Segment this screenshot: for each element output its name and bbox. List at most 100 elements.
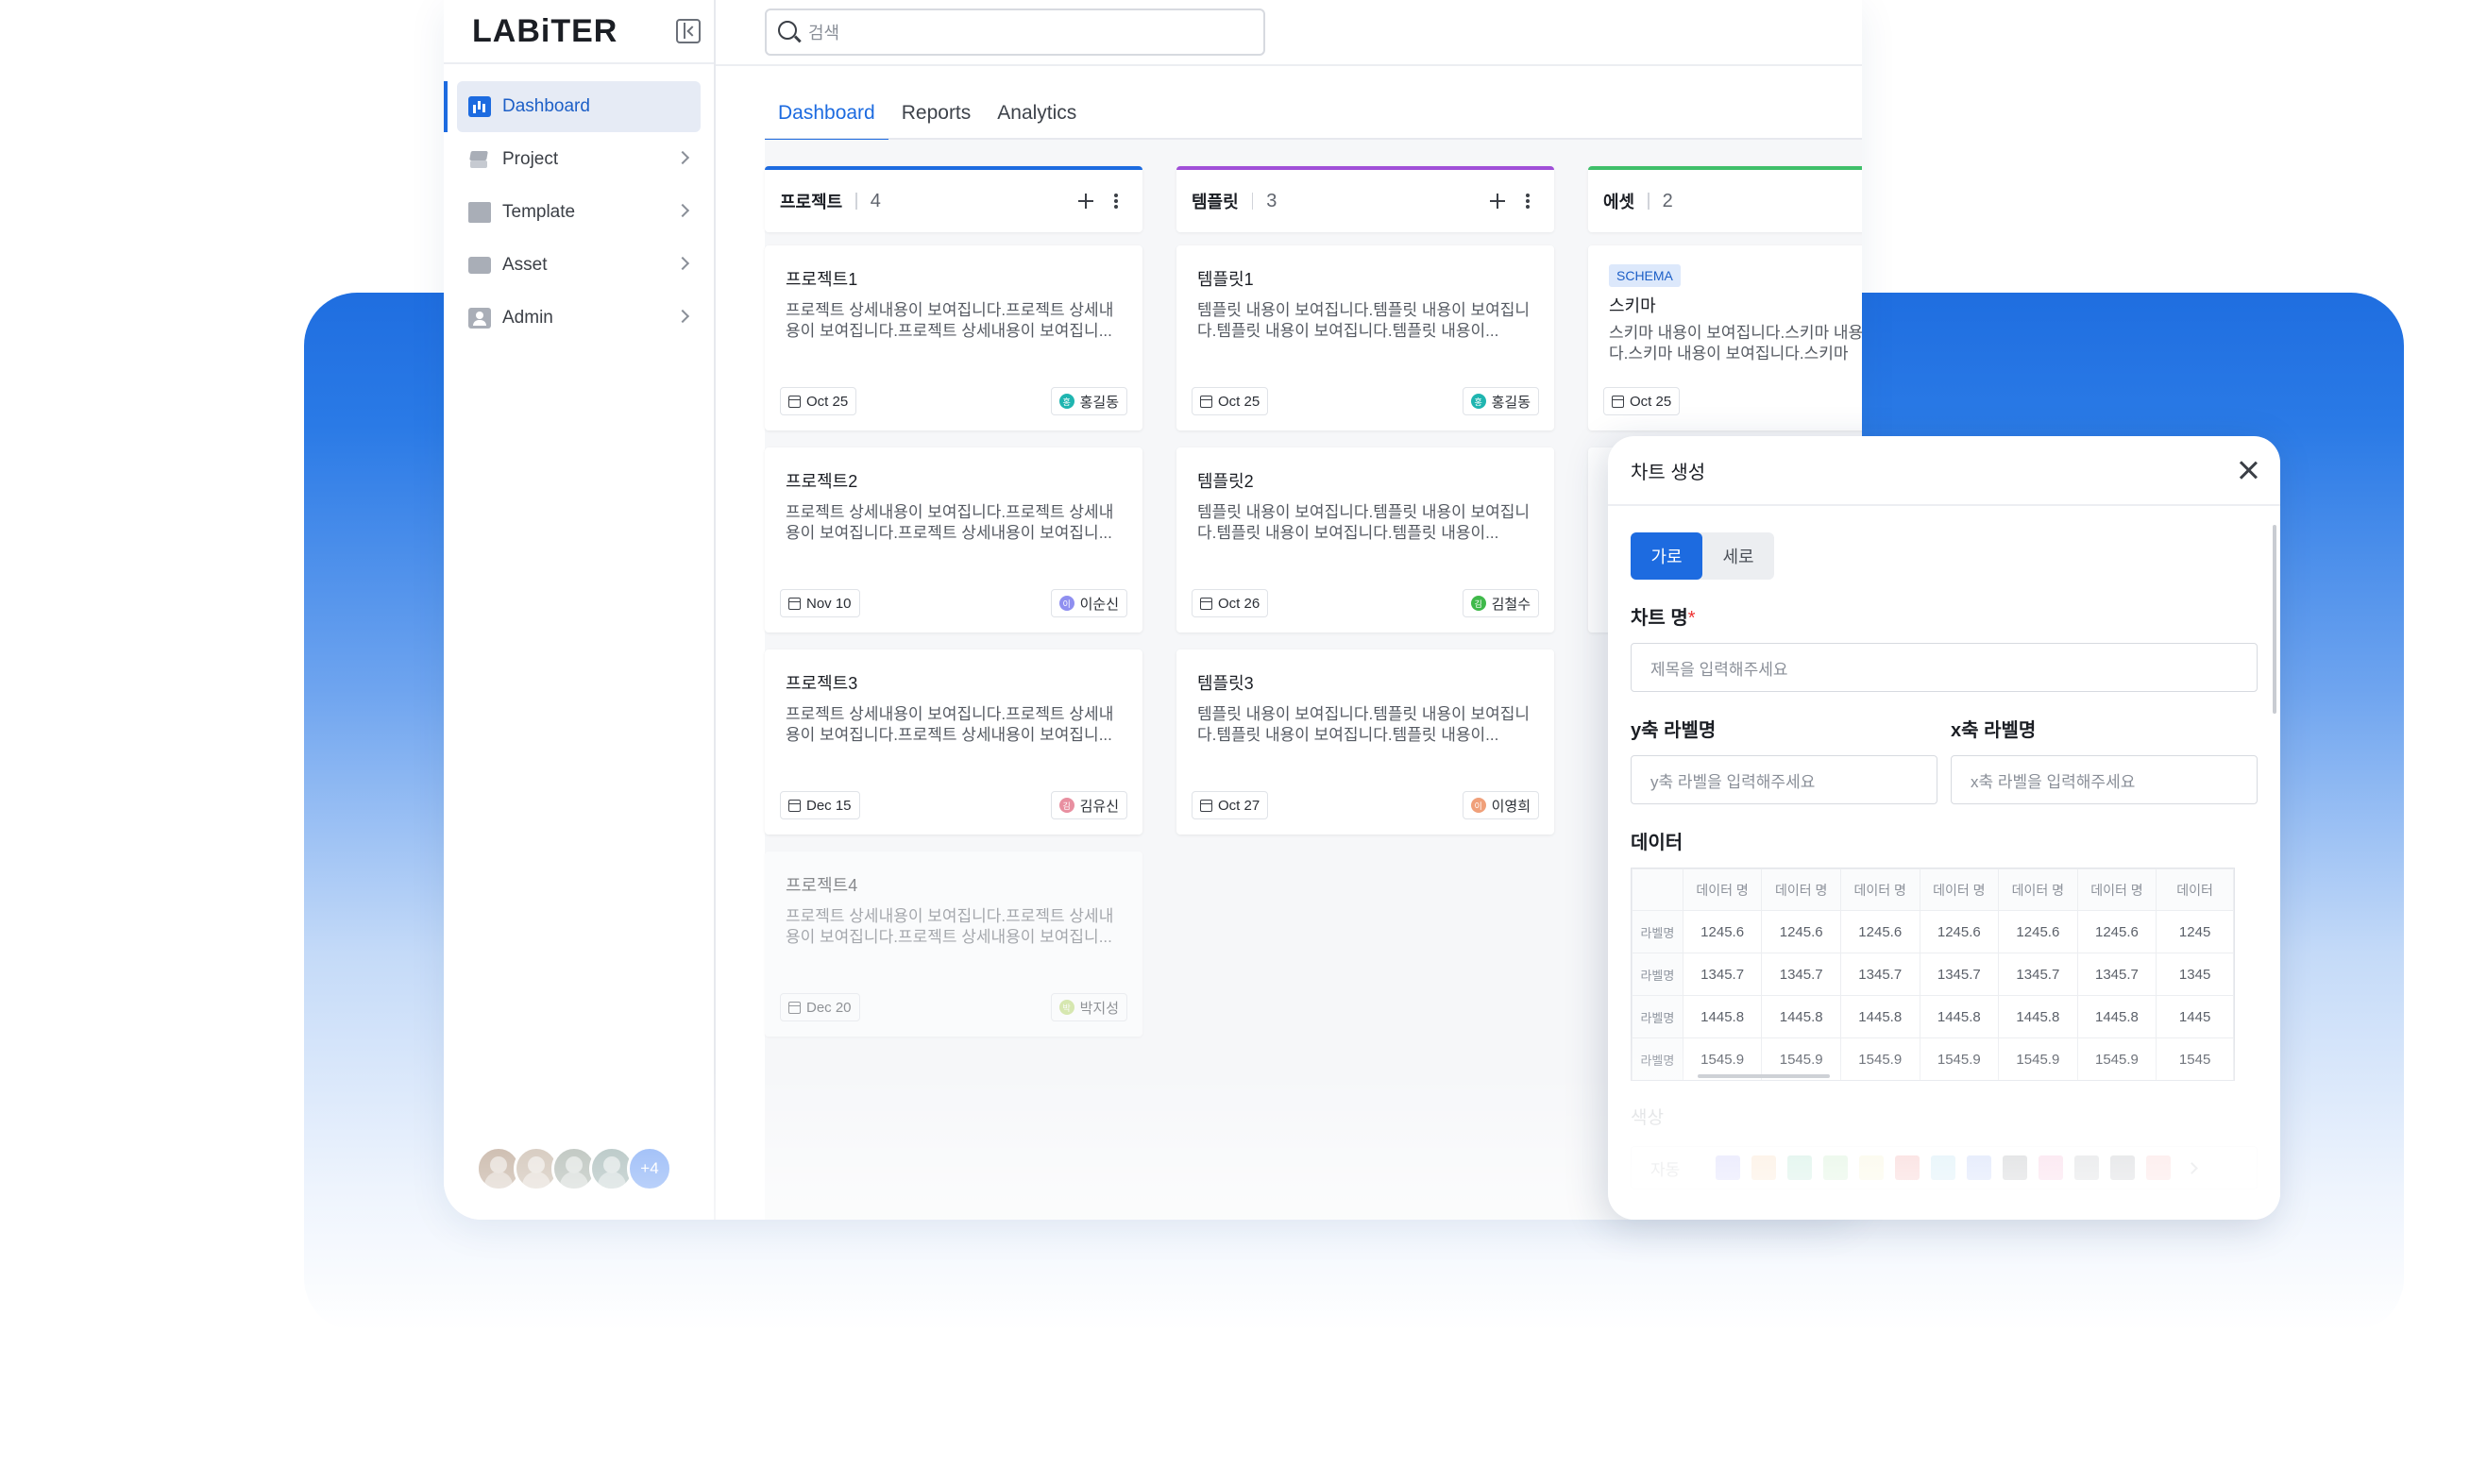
- x-axis-input[interactable]: x축 라벨을 입력해주세요: [1951, 755, 2258, 804]
- search-input[interactable]: 검색: [765, 8, 1265, 56]
- column-header-cell[interactable]: 데이터 명: [2076, 868, 2157, 911]
- close-icon[interactable]: [2239, 461, 2258, 480]
- color-auto-label[interactable]: 자동: [1650, 1156, 1680, 1180]
- owner-chip: 김 김철수: [1462, 589, 1539, 617]
- column-header: 프로젝트 4: [765, 166, 1142, 232]
- data-cell[interactable]: 1445.8: [1761, 995, 1841, 1038]
- card-description: 스키마 내용이 보여집니다.스키마 내용이 보여집니다.스키마 내용이 보여집니…: [1609, 324, 1862, 363]
- card[interactable]: 프로젝트4 프로젝트 상세내용이 보여집니다.프로젝트 상세내용이 보여집니다.…: [765, 852, 1142, 1037]
- tab-analytics[interactable]: Analytics: [984, 98, 1090, 140]
- card-title: 프로젝트2: [786, 472, 858, 491]
- data-cell[interactable]: 1545.9: [2076, 1037, 2157, 1080]
- sidebar-collapse-icon[interactable]: [676, 19, 701, 43]
- calendar-icon: [1200, 597, 1212, 610]
- orientation-vertical-button[interactable]: 세로: [1702, 532, 1774, 580]
- modal-header: 차트 생성: [1608, 436, 2280, 506]
- schema-badge: SCHEMA: [1609, 264, 1681, 287]
- data-cell[interactable]: 1345.7: [1682, 953, 1763, 996]
- table-row: 라벨명 1245.6 1245.6 1245.6 1245.6 1245.6 1…: [1632, 910, 2234, 953]
- data-cell[interactable]: 1245.6: [1998, 910, 2078, 953]
- add-card-icon[interactable]: [1078, 194, 1093, 209]
- color-swatch[interactable]: [2146, 1155, 2172, 1180]
- card[interactable]: 프로젝트1 프로젝트 상세내용이 보여집니다.프로젝트 상세내용이 보여집니다.…: [765, 245, 1142, 430]
- sidebar-item-dashboard[interactable]: Dashboard: [444, 81, 701, 132]
- column-header-cell[interactable]: 데이터 명: [1682, 868, 1763, 911]
- orientation-horizontal-button[interactable]: 가로: [1631, 532, 1702, 580]
- data-cell[interactable]: 1245.6: [1682, 910, 1763, 953]
- more-vertical-icon[interactable]: [1526, 199, 1530, 203]
- data-cell[interactable]: 1445.8: [1998, 995, 2078, 1038]
- required-mark: *: [1687, 608, 1696, 629]
- owner-chip: 홍 홍길동: [1050, 387, 1127, 415]
- card-date: Oct 25: [806, 393, 849, 410]
- sidebar-item-asset[interactable]: Asset: [457, 240, 701, 291]
- column-header-cell[interactable]: 데이터 명: [1839, 868, 1920, 911]
- table-header-row: 데이터 명 데이터 명 데이터 명 데이터 명 데이터 명 데이터 명 데이터: [1632, 868, 2234, 911]
- data-cell[interactable]: 1345.7: [1839, 953, 1920, 996]
- row-label-cell[interactable]: 라벨명: [1632, 910, 1683, 953]
- add-card-icon[interactable]: [1490, 194, 1505, 209]
- color-swatch[interactable]: [1859, 1155, 1885, 1180]
- color-swatch[interactable]: [1716, 1155, 1741, 1180]
- card[interactable]: 템플릿1 템플릿 내용이 보여집니다.템플릿 내용이 보여집니다.템플릿 내용이…: [1176, 245, 1554, 430]
- color-swatch[interactable]: [1931, 1155, 1956, 1180]
- divider: [1251, 193, 1254, 210]
- data-cell[interactable]: 1345.7: [1761, 953, 1841, 996]
- sidebar-item-template[interactable]: Template: [457, 187, 701, 238]
- color-swatch[interactable]: [2074, 1155, 2100, 1180]
- data-cell[interactable]: 1345.7: [2076, 953, 2157, 996]
- avatar-more-count[interactable]: +4: [627, 1146, 672, 1191]
- row-label-cell[interactable]: 라벨명: [1632, 995, 1683, 1038]
- color-swatch[interactable]: [2110, 1155, 2136, 1180]
- column-header-cell[interactable]: 데이터: [2156, 868, 2234, 911]
- row-label-cell[interactable]: 라벨명: [1632, 1037, 1683, 1080]
- more-vertical-icon[interactable]: [1114, 199, 1118, 203]
- column-header: 템플릿 3: [1176, 166, 1554, 232]
- color-swatch[interactable]: [2003, 1155, 2028, 1180]
- card[interactable]: 프로젝트3 프로젝트 상세내용이 보여집니다.프로젝트 상세내용이 보여집니다.…: [765, 649, 1142, 835]
- chevron-right-icon[interactable]: [2186, 1161, 2199, 1174]
- tab-reports[interactable]: Reports: [888, 98, 985, 140]
- data-cell[interactable]: 1445.8: [2076, 995, 2157, 1038]
- card[interactable]: 템플릿2 템플릿 내용이 보여집니다.템플릿 내용이 보여집니다.템플릿 내용이…: [1176, 447, 1554, 632]
- owner-avatar: 김: [1470, 596, 1486, 611]
- color-swatch[interactable]: [1895, 1155, 1920, 1180]
- data-cell[interactable]: 1545.9: [1998, 1037, 2078, 1080]
- data-cell[interactable]: 1445.8: [1839, 995, 1920, 1038]
- data-cell[interactable]: 1445: [2156, 995, 2234, 1038]
- card[interactable]: 템플릿3 템플릿 내용이 보여집니다.템플릿 내용이 보여집니다.템플릿 내용이…: [1176, 649, 1554, 835]
- color-swatch[interactable]: [1823, 1155, 1849, 1180]
- table-horizontal-scrollbar[interactable]: [1698, 1074, 1830, 1078]
- data-cell[interactable]: 1245.6: [1761, 910, 1841, 953]
- card[interactable]: SCHEMA 스키마 스키마 내용이 보여집니다.스키마 내용이 보여집니다.스…: [1588, 245, 1862, 430]
- column-header-cell[interactable]: 데이터 명: [1998, 868, 2078, 911]
- data-cell[interactable]: 1545.9: [1919, 1037, 2000, 1080]
- data-cell[interactable]: 1445.8: [1919, 995, 2000, 1038]
- chart-name-input[interactable]: 제목을 입력해주세요: [1631, 643, 2258, 692]
- data-cell[interactable]: 1345.7: [1919, 953, 2000, 996]
- data-cell[interactable]: 1245.6: [1919, 910, 2000, 953]
- card[interactable]: 프로젝트2 프로젝트 상세내용이 보여집니다.프로젝트 상세내용이 보여집니다.…: [765, 447, 1142, 632]
- data-cell[interactable]: 1245.6: [2076, 910, 2157, 953]
- data-cell[interactable]: 1545.9: [1839, 1037, 1920, 1080]
- column-header-cell[interactable]: 데이터 명: [1761, 868, 1841, 911]
- data-cell[interactable]: 1245: [2156, 910, 2234, 953]
- y-axis-input[interactable]: y축 라벨을 입력해주세요: [1631, 755, 1937, 804]
- color-swatch[interactable]: [2039, 1155, 2064, 1180]
- row-label-cell[interactable]: 라벨명: [1632, 953, 1683, 996]
- data-cell[interactable]: 1345.7: [1998, 953, 2078, 996]
- sidebar-item-project[interactable]: Project: [457, 134, 701, 185]
- date-chip: Dec 20: [780, 993, 860, 1021]
- color-swatch[interactable]: [1751, 1155, 1777, 1180]
- color-swatch[interactable]: [1967, 1155, 1992, 1180]
- card-date: Dec 20: [806, 999, 852, 1016]
- data-cell[interactable]: 1245.6: [1839, 910, 1920, 953]
- data-cell[interactable]: 1445.8: [1682, 995, 1763, 1038]
- color-swatch[interactable]: [1787, 1155, 1813, 1180]
- data-cell[interactable]: 1545: [2156, 1037, 2234, 1080]
- data-cell[interactable]: 1345: [2156, 953, 2234, 996]
- column-header-cell[interactable]: 데이터 명: [1919, 868, 2000, 911]
- team-avatars[interactable]: +4: [476, 1146, 672, 1193]
- tab-dashboard[interactable]: Dashboard: [765, 98, 888, 142]
- sidebar-item-admin[interactable]: Admin: [457, 293, 701, 344]
